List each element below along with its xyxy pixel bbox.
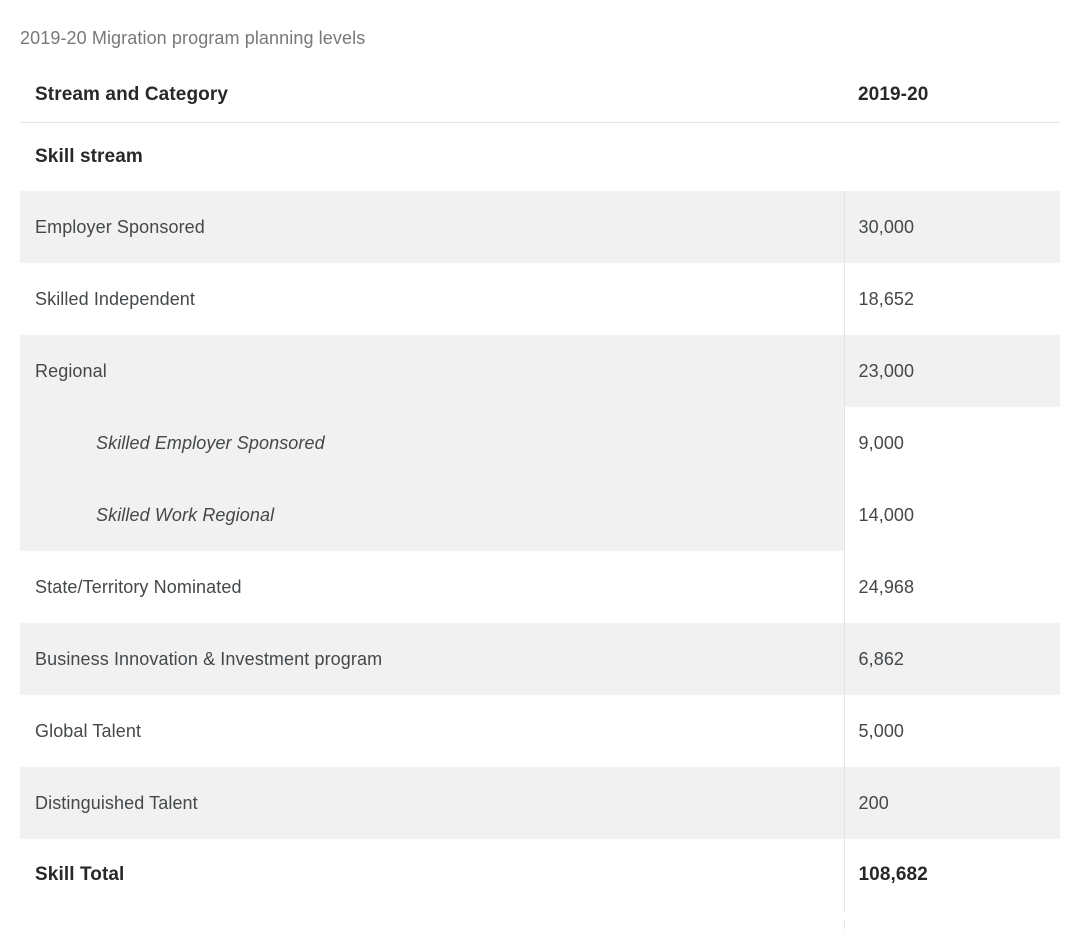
table-row[interactable]: Employer Sponsored 30,000 xyxy=(20,191,1060,263)
row-value: 24,968 xyxy=(843,551,1060,623)
row-sub-label: Skilled Employer Sponsored xyxy=(20,407,844,479)
row-value: 200 xyxy=(843,767,1060,839)
table-header-row: Stream and Category 2019-20 xyxy=(20,68,1060,123)
row-value: 5,000 xyxy=(843,695,1060,767)
table-body: Skill stream Employer Sponsored 30,000 Skil… xyxy=(20,122,1060,911)
table-head: Stream and Category 2019-20 xyxy=(20,68,1060,123)
row-section-label: Skill stream xyxy=(20,122,844,191)
table-row[interactable]: Skilled Work Regional 14,000 xyxy=(20,479,1060,551)
table-row[interactable]: Regional 23,000 xyxy=(20,335,1060,407)
column-header-stream-and-category[interactable]: Stream and Category xyxy=(20,68,844,123)
table-page: 2019-20 Migration program planning level… xyxy=(0,0,1080,929)
row-label: Regional xyxy=(20,335,844,407)
row-sub-label: Skilled Work Regional xyxy=(20,479,844,551)
row-value: 14,000 xyxy=(843,479,1060,551)
table-row[interactable]: Global Talent 5,000 xyxy=(20,695,1060,767)
table-row[interactable]: Business Innovation & Investment program… xyxy=(20,623,1060,695)
row-label: State/Territory Nominated xyxy=(20,551,844,623)
row-value: 18,652 xyxy=(843,263,1060,335)
row-value: 30,000 xyxy=(843,191,1060,263)
table-row[interactable]: Skilled Independent 18,652 xyxy=(20,263,1060,335)
column-header-2019-20[interactable]: 2019-20 xyxy=(844,68,1060,123)
table-caption: 2019-20 Migration program planning level… xyxy=(20,28,366,48)
row-total-value: 108,682 xyxy=(843,839,1060,911)
row-label: Skilled Independent xyxy=(20,263,844,335)
row-label: Employer Sponsored xyxy=(20,191,844,263)
table-row[interactable]: Distinguished Talent 200 xyxy=(20,767,1060,839)
row-value: 9,000 xyxy=(843,407,1060,479)
column-divider-tail xyxy=(844,920,845,929)
row-label: Distinguished Talent xyxy=(20,767,844,839)
row-value: 23,000 xyxy=(843,335,1060,407)
row-value xyxy=(844,122,1060,191)
row-label: Global Talent xyxy=(20,695,844,767)
row-label: Business Innovation & Investment program xyxy=(20,623,844,695)
table-section-row[interactable]: Skill stream xyxy=(20,122,1060,191)
table-row[interactable]: Skilled Employer Sponsored 9,000 xyxy=(20,407,1060,479)
row-value: 6,862 xyxy=(843,623,1060,695)
table-total-row[interactable]: Skill Total 108,682 xyxy=(20,839,1060,911)
row-total-label: Skill Total xyxy=(20,839,844,911)
table-row[interactable]: State/Territory Nominated 24,968 xyxy=(20,551,1060,623)
migration-planning-levels-table: Stream and Category 2019-20 Skill stream… xyxy=(20,68,1060,911)
